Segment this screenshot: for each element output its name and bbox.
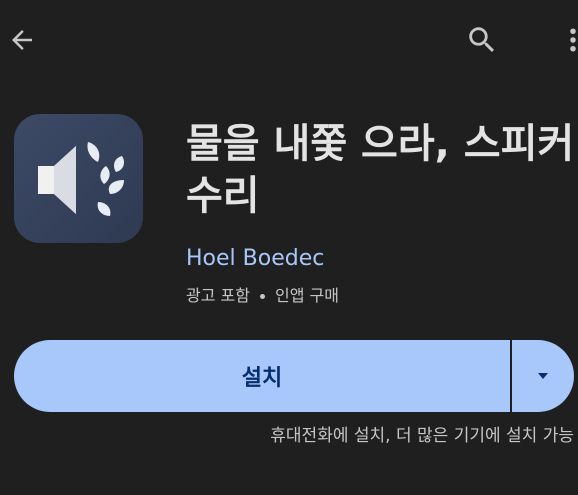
search-icon	[469, 27, 495, 53]
install-button-group: 설치	[14, 340, 574, 412]
developer-link[interactable]: Hoel Boedec	[186, 244, 324, 274]
back-button[interactable]	[0, 18, 44, 62]
install-button[interactable]: 설치	[14, 340, 510, 412]
search-button[interactable]	[460, 18, 504, 62]
app-meta: 광고 포함 인앱 구매	[186, 284, 339, 308]
app-details-screen: 물을 내쫓 으라, 스피커 수리 Hoel Boedec 광고 포함 인앱 구매…	[0, 0, 578, 495]
install-options-dropdown[interactable]	[512, 340, 574, 412]
separator-dot	[259, 293, 265, 299]
app-title: 물을 내쫓 으라, 스피커 수리	[186, 121, 575, 219]
contains-ads-label: 광고 포함	[186, 286, 250, 305]
caret-down-icon	[538, 373, 548, 379]
arrow-back-icon	[12, 30, 32, 50]
top-app-bar	[0, 0, 578, 80]
speaker-water-drops-icon	[38, 142, 124, 216]
install-device-note: 휴대전화에 설치, 더 많은 기기에 설치 가능	[270, 426, 574, 446]
install-button-label: 설치	[241, 366, 283, 391]
app-icon	[14, 114, 143, 243]
more-vert-icon	[570, 28, 576, 52]
in-app-purchases-label: 인앱 구매	[274, 286, 339, 305]
more-options-button[interactable]	[548, 18, 578, 62]
